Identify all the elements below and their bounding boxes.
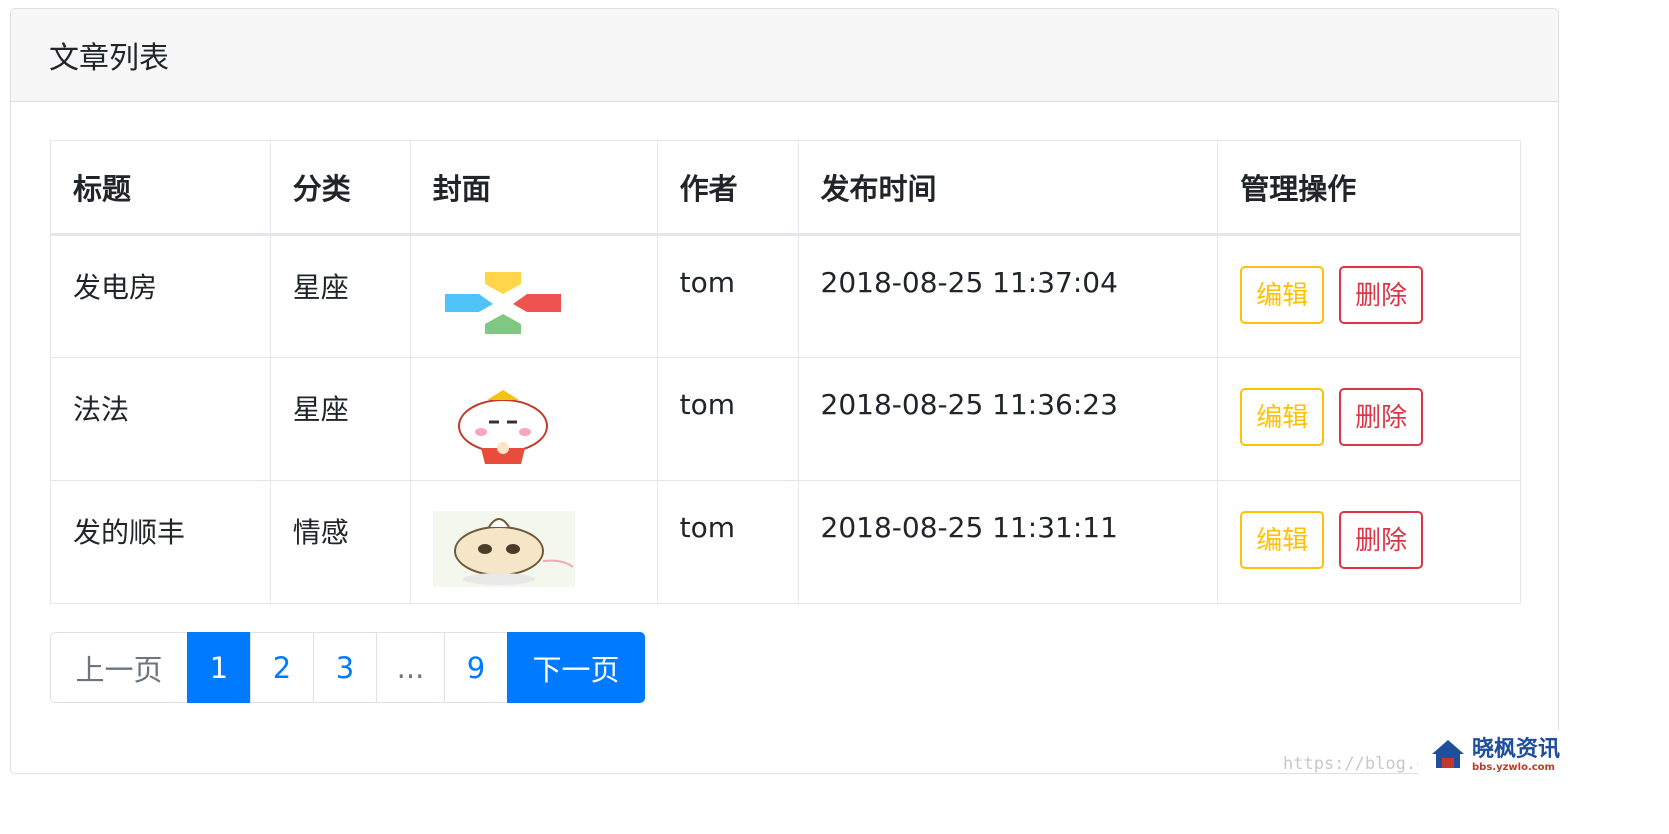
cell-title: 法法 bbox=[50, 357, 271, 481]
pagination: 上一页 1 2 3 ... 9 下一页 bbox=[50, 632, 645, 703]
cell-actions: 编辑 删除 bbox=[1217, 234, 1521, 358]
cell-author: tom bbox=[656, 480, 799, 604]
logo-sub-text: bbs.yzwlo.com bbox=[1472, 762, 1555, 773]
table-row: 发电房 星座 tom 2018-08-25 11:37:04 编辑 删除 bbox=[50, 234, 1521, 358]
cell-cover bbox=[409, 357, 658, 481]
delete-button[interactable]: 删除 bbox=[1339, 388, 1424, 446]
cell-publish-time: 2018-08-25 11:37:04 bbox=[797, 234, 1219, 358]
watermark-url: https://blog.c bbox=[1283, 754, 1427, 774]
article-table: 标题 分类 封面 作者 发布时间 管理操作 发电房 星座 tom 2018-08… bbox=[50, 140, 1521, 604]
delete-button[interactable]: 删除 bbox=[1339, 511, 1424, 569]
cover-image bbox=[444, 272, 561, 334]
cell-title: 发电房 bbox=[50, 234, 271, 358]
cell-category: 星座 bbox=[269, 234, 411, 358]
table-row: 法法 星座 tom 2018-08-25 11:36:23 编辑 删除 bbox=[50, 357, 1521, 481]
article-list-card: 文章列表 标题 分类 封面 作者 发布时间 管理操作 发电房 星座 tom 20… bbox=[10, 8, 1559, 774]
table-header-row: 标题 分类 封面 作者 发布时间 管理操作 bbox=[50, 140, 1521, 236]
header-author: 作者 bbox=[656, 140, 799, 236]
cell-category: 星座 bbox=[269, 357, 411, 481]
cell-publish-time: 2018-08-25 11:36:23 bbox=[797, 357, 1219, 481]
edit-button[interactable]: 编辑 bbox=[1240, 266, 1325, 324]
page-3-button[interactable]: 3 bbox=[313, 632, 377, 703]
cell-cover bbox=[409, 234, 658, 358]
header-title: 标题 bbox=[50, 140, 271, 236]
cell-publish-time: 2018-08-25 11:31:11 bbox=[797, 480, 1219, 604]
cell-title: 发的顺丰 bbox=[50, 480, 271, 604]
edit-button[interactable]: 编辑 bbox=[1240, 511, 1325, 569]
header-cover: 封面 bbox=[409, 140, 658, 236]
cell-author: tom bbox=[656, 357, 799, 481]
cover-image bbox=[432, 511, 575, 587]
header-publish-time: 发布时间 bbox=[797, 140, 1219, 236]
cell-actions: 编辑 删除 bbox=[1217, 480, 1521, 604]
cell-cover bbox=[409, 480, 658, 604]
page-1-button[interactable]: 1 bbox=[187, 632, 251, 703]
logo-text: 晓枫资讯 bbs.yzwlo.com bbox=[1472, 738, 1560, 774]
pagination-ellipsis: ... bbox=[376, 632, 445, 703]
header-actions: 管理操作 bbox=[1217, 140, 1521, 236]
cell-category: 情感 bbox=[269, 480, 411, 604]
edit-button[interactable]: 编辑 bbox=[1240, 388, 1325, 446]
cover-image bbox=[457, 390, 548, 464]
header-category: 分类 bbox=[269, 140, 411, 236]
page-last-button[interactable]: 9 bbox=[444, 632, 508, 703]
prev-page-button[interactable]: 上一页 bbox=[50, 632, 188, 703]
page-2-button[interactable]: 2 bbox=[250, 632, 314, 703]
card-title: 文章列表 bbox=[11, 9, 1558, 102]
logo-main-text: 晓枫资讯 bbox=[1472, 737, 1561, 762]
next-page-button[interactable]: 下一页 bbox=[507, 632, 645, 703]
site-logo: 晓枫资讯 bbs.yzwlo.com bbox=[1418, 730, 1669, 834]
house-logo-icon bbox=[1432, 740, 1464, 768]
delete-button[interactable]: 删除 bbox=[1339, 266, 1424, 324]
table-row: 发的顺丰 情感 tom 2018-08-25 11:31:11 编辑 删除 bbox=[50, 480, 1521, 604]
cell-actions: 编辑 删除 bbox=[1217, 357, 1521, 481]
cell-author: tom bbox=[656, 234, 799, 358]
